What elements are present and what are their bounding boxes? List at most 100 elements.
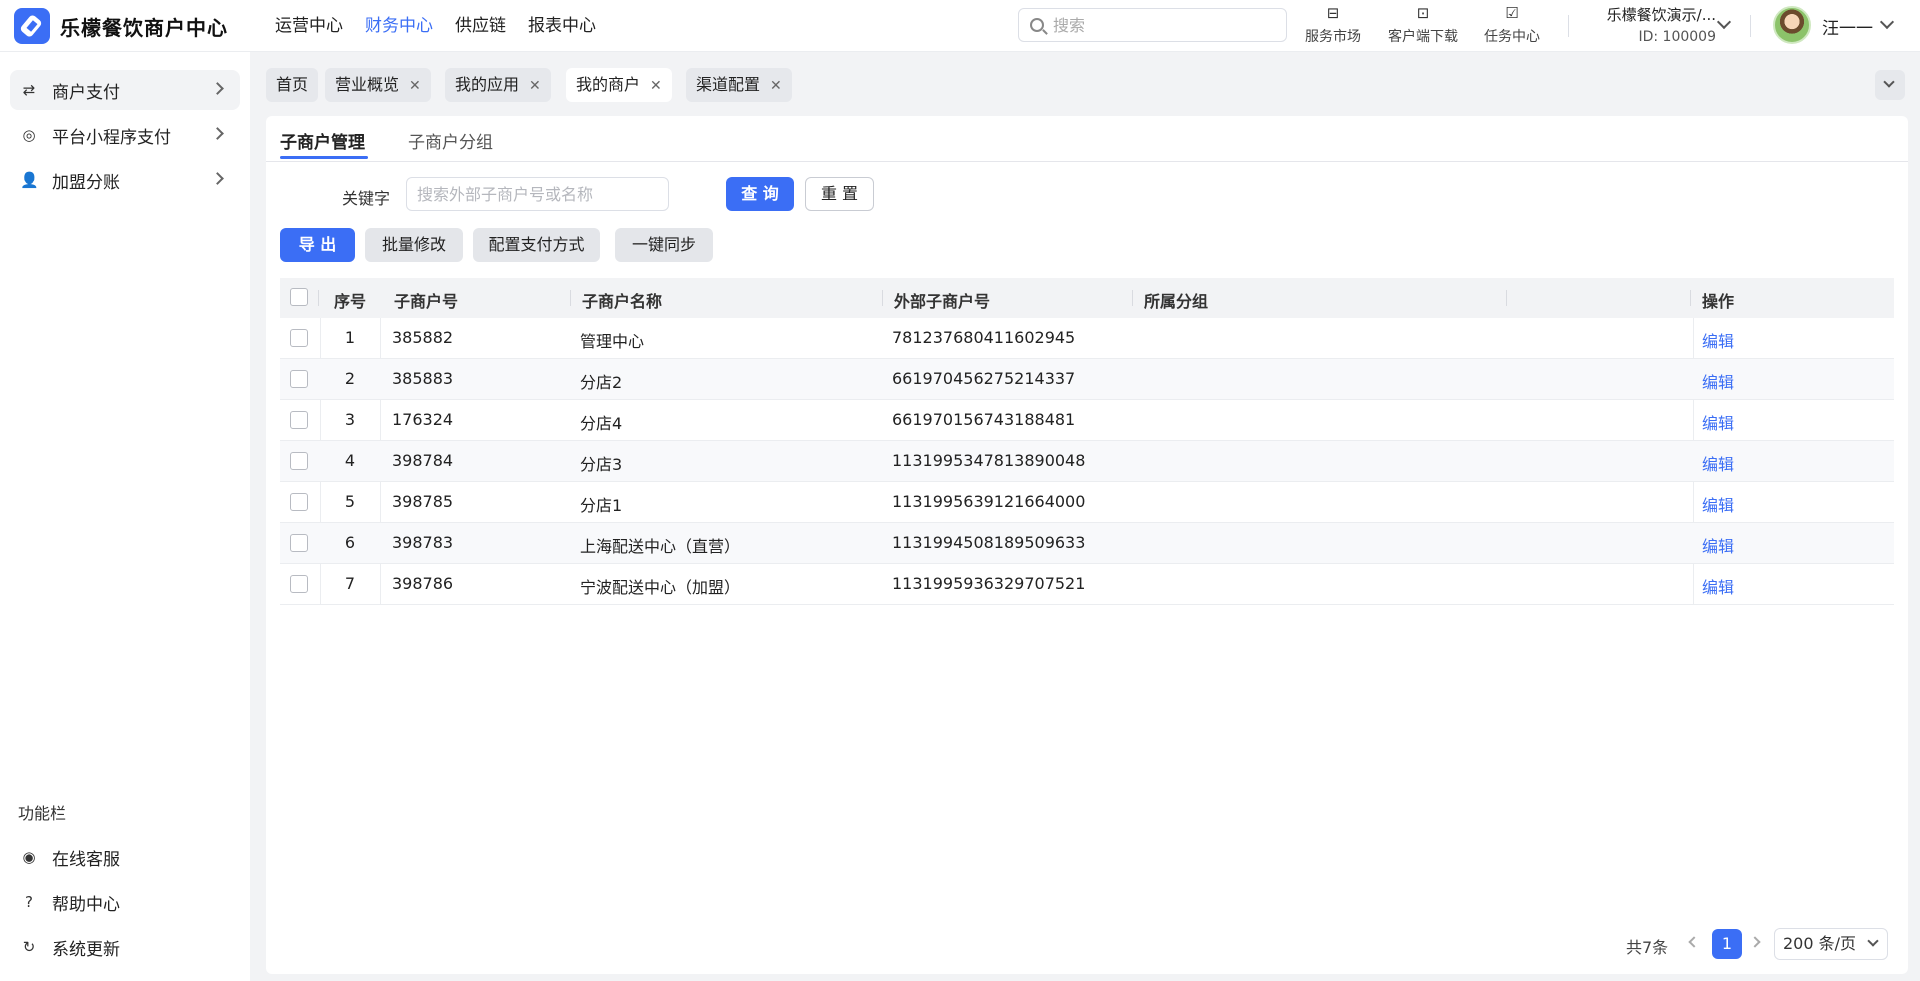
row-merchant-name: 分店3	[580, 455, 623, 474]
close-icon[interactable]: ✕	[409, 69, 421, 103]
row-merchant-id: 385883	[392, 369, 454, 388]
column-divider	[882, 290, 883, 306]
divider	[1568, 15, 1569, 37]
column-header-merchant-id[interactable]: 子商户号	[394, 288, 458, 312]
row-merchant-id: 398784	[392, 451, 454, 470]
sidebar-item-online-service[interactable]: ◉ 在线客服	[10, 837, 240, 877]
search-input[interactable]	[1053, 13, 1278, 37]
prev-page-icon[interactable]	[1688, 936, 1700, 948]
topnav-reports[interactable]: 报表中心	[517, 0, 607, 52]
table-row[interactable]: 5 398785 分店1 1131995639121664000 编辑	[280, 482, 1894, 523]
table-row[interactable]: 2 385883 分店2 661970456275214337 编辑	[280, 359, 1894, 400]
row-merchant-name: 宁波配送中心（加盟）	[580, 578, 741, 597]
chevron-right-icon	[211, 172, 224, 185]
reset-button[interactable]: 重 置	[805, 177, 874, 211]
tab-my-merchants[interactable]: 我的商户 ✕	[566, 68, 672, 102]
edit-link[interactable]: 编辑	[1702, 574, 1734, 598]
row-merchant-id: 398785	[392, 492, 454, 511]
batch-edit-button[interactable]: 批量修改	[365, 228, 463, 262]
row-checkbox[interactable]	[290, 452, 308, 470]
row-checkbox[interactable]	[290, 534, 308, 552]
sidebar-item-merchant-payment[interactable]: ⇄ 商户支付	[10, 70, 240, 110]
avatar[interactable]	[1773, 6, 1811, 44]
sidebar-item-franchise-split[interactable]: 👤 加盟分账	[10, 160, 240, 200]
column-header-merchant-name[interactable]: 子商户名称	[582, 288, 662, 312]
row-external-id: 1131994508189509633	[892, 533, 1086, 552]
tab-home[interactable]: 首页	[266, 68, 319, 102]
table-row[interactable]: 6 398783 上海配送中心（直营） 1131994508189509633 …	[280, 523, 1894, 564]
tab-submerchant-management[interactable]: 子商户管理	[280, 128, 365, 153]
row-merchant-name: 分店4	[580, 414, 623, 433]
sync-button[interactable]: 一键同步	[615, 228, 713, 262]
table-row[interactable]: 4 398784 分店3 1131995347813890048 编辑	[280, 441, 1894, 482]
next-page-icon[interactable]	[1749, 936, 1761, 948]
keyword-input[interactable]	[406, 177, 669, 211]
chevron-down-icon[interactable]	[1879, 14, 1895, 30]
active-tab-indicator	[280, 156, 368, 159]
row-checkbox[interactable]	[290, 411, 308, 429]
user-name[interactable]: 汪一一	[1822, 14, 1873, 39]
row-checkbox[interactable]	[290, 575, 308, 593]
client-download-button[interactable]: ⊡ 客户端下载	[1382, 2, 1464, 50]
edit-link[interactable]: 编辑	[1702, 492, 1734, 516]
sidebar: ⇄ 商户支付 ◎ 平台小程序支付 👤 加盟分账 功能栏 ◉ 在线客服 ? 帮助中…	[0, 52, 250, 981]
global-search[interactable]	[1018, 8, 1287, 42]
row-external-id: 781237680411602945	[892, 328, 1076, 347]
refresh-icon: ↻	[22, 938, 36, 956]
tab-business-overview[interactable]: 营业概览 ✕	[325, 68, 431, 102]
service-market-button[interactable]: ⊟ 服务市场	[1300, 2, 1366, 50]
clipboard-check-icon: ☑	[1505, 4, 1519, 22]
tab-my-apps[interactable]: 我的应用 ✕	[445, 68, 551, 102]
sidebar-item-help-center[interactable]: ? 帮助中心	[10, 882, 240, 922]
column-header-action: 操作	[1702, 292, 1735, 311]
table-row[interactable]: 7 398786 宁波配送中心（加盟） 1131995936329707521 …	[280, 564, 1894, 605]
close-icon[interactable]: ✕	[529, 69, 541, 103]
row-external-id: 1131995936329707521	[892, 574, 1086, 593]
edit-link[interactable]: 编辑	[1702, 369, 1734, 393]
top-nav: 运营中心 财务中心 供应链 报表中心	[264, 0, 607, 52]
tab-channel-config[interactable]: 渠道配置 ✕	[686, 68, 792, 102]
row-checkbox[interactable]	[290, 329, 308, 347]
org-switcher[interactable]: 乐檬餐饮演示/... ID: 100009	[1586, 4, 1716, 45]
page-number-current[interactable]: 1	[1712, 929, 1742, 959]
query-button[interactable]: 查 询	[726, 177, 794, 211]
row-checkbox[interactable]	[290, 493, 308, 511]
sidebar-item-system-update[interactable]: ↻ 系统更新	[10, 927, 240, 967]
app-logo-icon[interactable]	[14, 8, 50, 44]
close-icon[interactable]: ✕	[650, 69, 662, 103]
edit-link[interactable]: 编辑	[1702, 410, 1734, 434]
column-header-external-id[interactable]: 外部子商户号	[894, 288, 990, 312]
tab-submerchant-groups[interactable]: 子商户分组	[408, 128, 493, 153]
column-header-group[interactable]: 所属分组	[1144, 288, 1208, 312]
topnav-finance[interactable]: 财务中心	[354, 0, 444, 52]
keyword-label: 关键字	[342, 189, 391, 208]
task-center-button[interactable]: ☑ 任务中心	[1479, 2, 1545, 50]
sidebar-item-miniprogram-payment[interactable]: ◎ 平台小程序支付	[10, 115, 240, 155]
row-merchant-id: 385882	[392, 328, 454, 347]
edit-link[interactable]: 编辑	[1702, 328, 1734, 352]
column-header-seq[interactable]: 序号	[334, 288, 366, 312]
row-external-id: 661970456275214337	[892, 369, 1076, 388]
row-merchant-id: 176324	[392, 410, 454, 429]
edit-link[interactable]: 编辑	[1702, 451, 1734, 475]
tabs-more-button[interactable]	[1875, 70, 1905, 100]
page-size-select[interactable]: 200 条/页	[1774, 928, 1888, 960]
column-divider	[570, 290, 571, 306]
row-seq: 3	[344, 410, 356, 429]
edit-link[interactable]: 编辑	[1702, 533, 1734, 557]
app-title[interactable]: 乐檬餐饮商户中心	[60, 12, 228, 41]
row-merchant-id: 398783	[392, 533, 454, 552]
add-user-icon: 👤	[20, 171, 39, 189]
chevron-down-icon[interactable]	[1716, 14, 1732, 30]
export-button[interactable]: 导 出	[280, 228, 355, 262]
org-id: ID: 100009	[1638, 29, 1716, 45]
table-row[interactable]: 3 176324 分店4 661970156743188481 编辑	[280, 400, 1894, 441]
table-row[interactable]: 1 385882 管理中心 781237680411602945 编辑	[280, 318, 1894, 359]
select-all-checkbox[interactable]	[290, 288, 308, 306]
close-icon[interactable]: ✕	[770, 69, 782, 103]
topnav-operations[interactable]: 运营中心	[264, 0, 354, 52]
column-divider	[1132, 290, 1133, 306]
topnav-supply-chain[interactable]: 供应链	[444, 0, 517, 52]
config-payment-button[interactable]: 配置支付方式	[473, 228, 600, 262]
row-checkbox[interactable]	[290, 370, 308, 388]
